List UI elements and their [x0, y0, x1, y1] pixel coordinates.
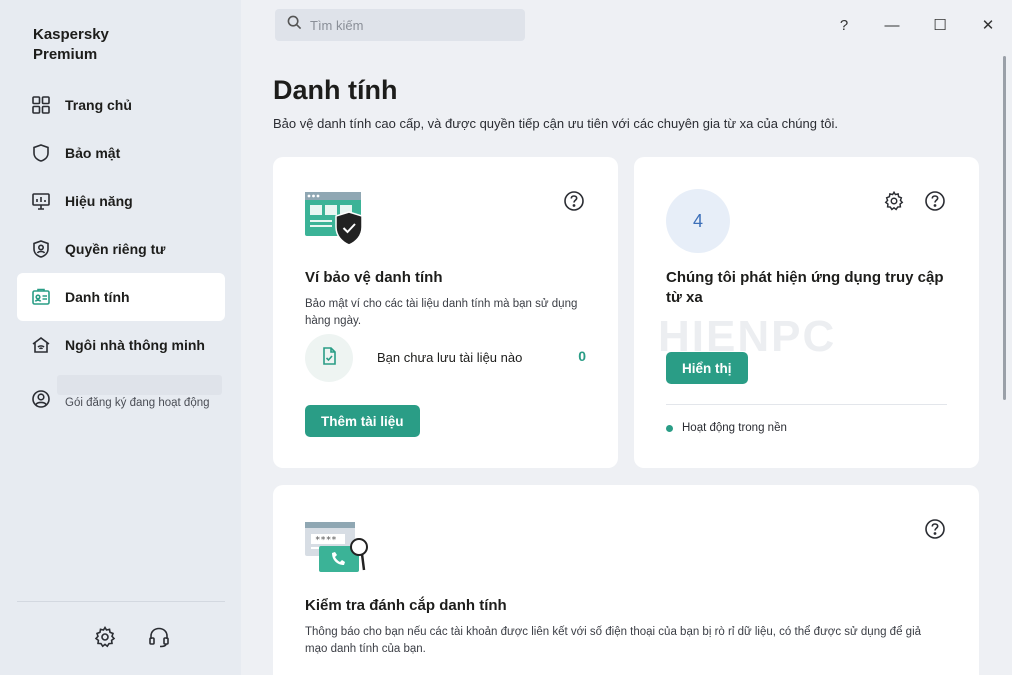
add-document-button[interactable]: Thêm tài liệu — [305, 405, 420, 437]
documents-empty-text: Bạn chưa lưu tài liệu nào — [377, 350, 523, 365]
subscription-status: Gói đăng ký đang hoạt động — [65, 397, 210, 409]
brand-line-2: Premium — [33, 46, 98, 63]
smart-home-icon — [31, 335, 51, 355]
sidebar-item-label: Trang chủ — [65, 97, 132, 113]
remote-apps-count: 4 — [666, 189, 730, 253]
wallet-description: Bảo mật ví cho các tài liệu danh tính mà… — [305, 298, 578, 327]
vertical-scrollbar[interactable] — [1003, 56, 1006, 400]
sidebar-nav: Trang chủ Bảo mật Hiệu năng Quyền riêng … — [17, 81, 225, 369]
sidebar-item-smart-home[interactable]: Ngôi nhà thông minh — [17, 321, 225, 369]
sidebar-item-identity[interactable]: Danh tính — [17, 273, 225, 321]
svg-text:****: **** — [315, 536, 337, 546]
status-text: Hoạt động trong nền — [682, 422, 787, 434]
sidebar-item-privacy[interactable]: Quyền riêng tư — [17, 225, 225, 273]
identity-theft-card: **** Kiểm tra đánh cắp danh tính Thông b… — [273, 485, 979, 675]
minimize-button[interactable]: — — [868, 10, 916, 40]
user-icon — [31, 389, 51, 409]
page-title: Danh tính — [273, 75, 398, 105]
privacy-shield-icon — [31, 239, 51, 259]
sidebar-item-label: Ngôi nhà thông minh — [65, 337, 205, 353]
help-button[interactable]: ? — [820, 10, 868, 40]
id-card-icon — [31, 287, 51, 307]
monitor-icon — [31, 191, 51, 211]
wallet-illustration-icon — [305, 192, 363, 250]
remote-access-title: Chúng tôi phát hiện ứng dụng truy cập từ… — [666, 269, 944, 306]
document-status-badge — [305, 334, 353, 382]
identity-wallet-card: Ví bảo vệ danh tính Bảo mật ví cho các t… — [273, 157, 618, 468]
document-check-icon — [319, 346, 339, 371]
sidebar-item-label: Quyền riêng tư — [65, 241, 166, 257]
search-input[interactable] — [310, 17, 510, 33]
wallet-title: Ví bảo vệ danh tính — [305, 269, 443, 286]
watermark: HIENPC — [658, 312, 837, 361]
theft-check-description: Thông báo cho bạn nếu các tài khoản được… — [305, 626, 922, 655]
account-name-redacted — [57, 375, 222, 395]
background-status: Hoạt động trong nền — [666, 422, 787, 434]
card-divider — [666, 404, 947, 405]
app-brand: Kaspersky Premium — [33, 25, 109, 65]
settings-gear-icon[interactable] — [883, 190, 905, 212]
search-icon — [287, 15, 302, 35]
help-circle-icon[interactable] — [924, 190, 946, 212]
sidebar-item-home[interactable]: Trang chủ — [17, 81, 225, 129]
sidebar-item-label: Bảo mật — [65, 145, 121, 161]
sidebar-footer — [93, 625, 171, 649]
help-circle-icon[interactable] — [924, 518, 946, 540]
sidebar-item-label: Hiệu năng — [65, 193, 133, 209]
support-headset-icon[interactable] — [147, 625, 171, 649]
main-content: ? — ☐ ✕ Danh tính Bảo vệ danh tính cao c… — [241, 0, 1012, 675]
window-controls: ? — ☐ ✕ — [820, 10, 1012, 40]
search-box[interactable] — [275, 9, 525, 41]
status-dot-icon — [666, 424, 673, 432]
sidebar: Kaspersky Premium Trang chủ Bảo mật Hiệu… — [0, 0, 241, 675]
sidebar-item-subscription[interactable]: Gói đăng ký đang hoạt động — [17, 375, 225, 423]
sidebar-item-security[interactable]: Bảo mật — [17, 129, 225, 177]
help-circle-icon[interactable] — [563, 190, 585, 212]
settings-gear-icon[interactable] — [93, 625, 117, 649]
brand-line-1: Kaspersky — [33, 26, 109, 43]
sidebar-item-label: Danh tính — [65, 289, 130, 305]
theft-check-illustration-icon: **** — [305, 522, 371, 576]
sidebar-divider — [17, 601, 225, 602]
theft-check-title: Kiểm tra đánh cắp danh tính — [305, 597, 507, 614]
page-subtitle: Bảo vệ danh tính cao cấp, và được quyền … — [273, 116, 838, 131]
maximize-button[interactable]: ☐ — [916, 10, 964, 40]
sidebar-item-performance[interactable]: Hiệu năng — [17, 177, 225, 225]
documents-count: 0 — [578, 348, 586, 364]
home-grid-icon — [31, 95, 51, 115]
close-button[interactable]: ✕ — [964, 10, 1012, 40]
shield-icon — [31, 143, 51, 163]
